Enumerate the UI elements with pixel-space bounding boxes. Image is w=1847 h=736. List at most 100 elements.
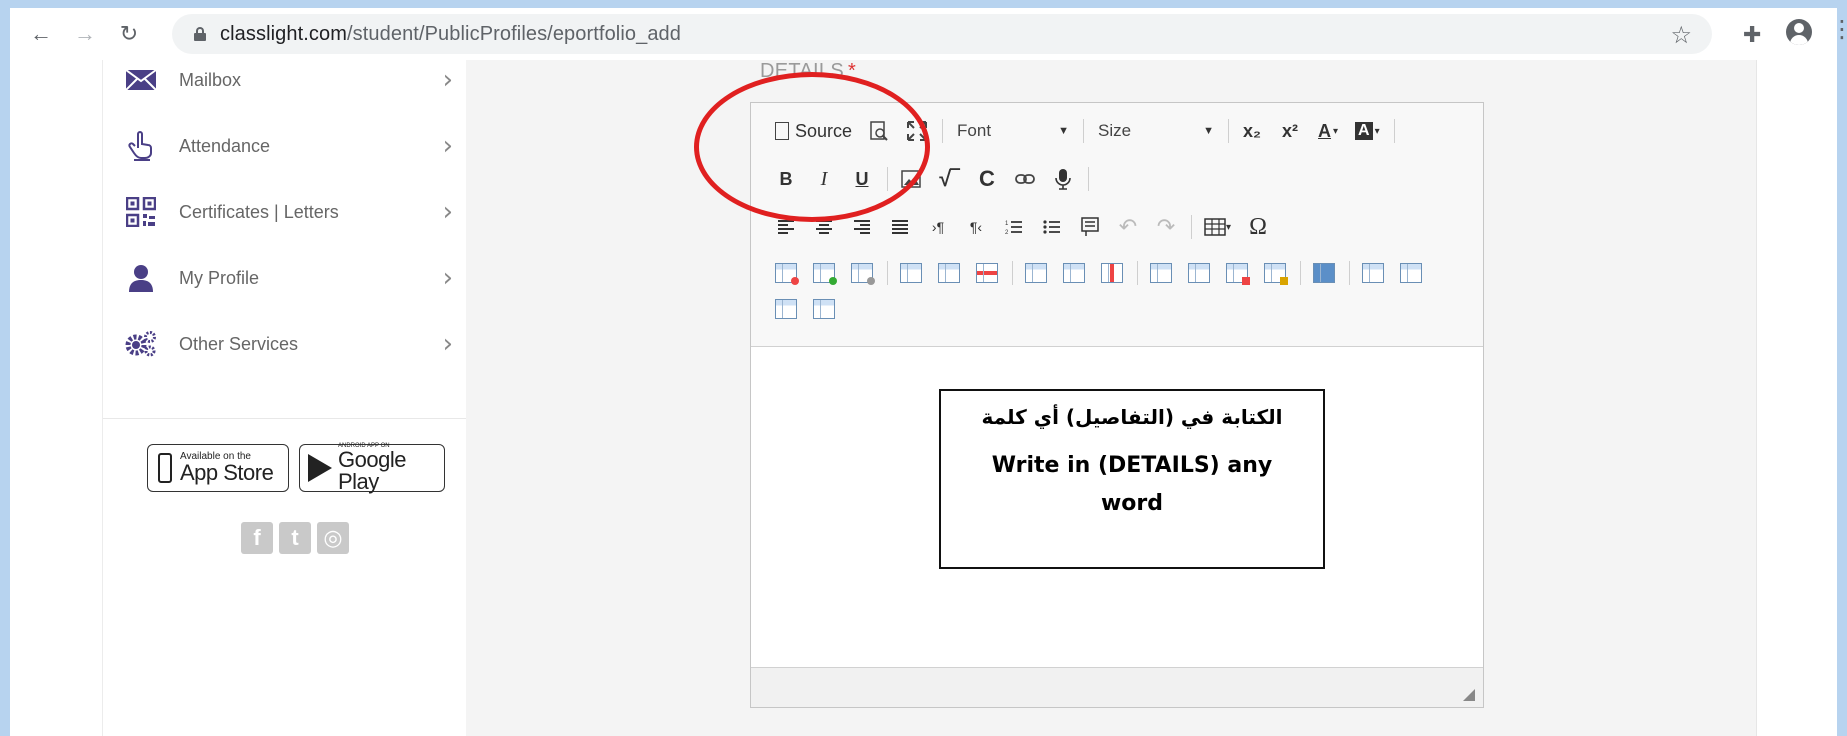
toolbar-separator: [1012, 261, 1013, 285]
underline-button[interactable]: U: [847, 165, 877, 193]
sidebar-item-certificates[interactable]: Certificates | Letters ›: [123, 192, 453, 232]
row-insert-after-icon[interactable]: [934, 259, 964, 287]
puzzle-extension-icon[interactable]: ✚: [1743, 22, 1761, 48]
align-right-icon[interactable]: [847, 213, 877, 241]
text-color-letter: A: [1318, 120, 1332, 141]
table-add-icon[interactable]: [809, 259, 839, 287]
resize-handle-icon[interactable]: [1463, 689, 1475, 701]
gears-icon: [123, 326, 159, 362]
row-insert-before-icon[interactable]: [896, 259, 926, 287]
table-properties-icon[interactable]: [847, 259, 877, 287]
font-dropdown[interactable]: Font ▼: [951, 116, 1075, 146]
special-character-icon[interactable]: Ω: [1243, 213, 1273, 241]
lock-icon[interactable]: [194, 27, 206, 41]
toolbar-row-2: B I U √‾ C: [771, 163, 1097, 195]
browser-toolbar: ← → ↻ classlight.com/student/PublicProfi…: [10, 8, 1847, 60]
code-snippet-icon[interactable]: C: [972, 165, 1002, 193]
size-dropdown-label: Size: [1098, 121, 1132, 140]
toolbar-separator: [1191, 215, 1192, 239]
kebab-menu-icon[interactable]: ⋮: [1830, 18, 1847, 42]
editor-toolbar: Source Font ▼ Size ▼ x₂ x² A ▾ A ▾ B I U…: [751, 103, 1483, 347]
svg-text:1: 1: [1005, 221, 1009, 227]
cell-delete-icon[interactable]: [1222, 259, 1252, 287]
cell-insert-before-icon[interactable]: [1146, 259, 1176, 287]
column-insert-after-icon[interactable]: [1059, 259, 1089, 287]
microphone-icon[interactable]: [1048, 165, 1078, 193]
caret-down-icon: ▾: [1374, 125, 1380, 137]
redo-icon[interactable]: ↷: [1151, 213, 1181, 241]
toolbar-row-4: [771, 257, 1434, 289]
details-label-text: DETAILS: [760, 60, 844, 82]
size-dropdown[interactable]: Size ▼: [1092, 116, 1220, 146]
cell-split-horizontal-icon[interactable]: [1358, 259, 1388, 287]
cell-merge-right-icon[interactable]: [771, 295, 801, 323]
background-color-button[interactable]: A ▾: [1351, 117, 1384, 145]
math-formula-icon[interactable]: √‾: [934, 165, 964, 193]
star-bookmark-icon[interactable]: ☆: [1670, 21, 1692, 50]
table-insert-icon[interactable]: ▾: [1200, 213, 1235, 241]
blockquote-icon[interactable]: [1075, 213, 1105, 241]
cell-merge-down-icon[interactable]: [809, 295, 839, 323]
instagram-icon[interactable]: ◎: [317, 522, 349, 554]
account-circle-icon[interactable]: [1786, 19, 1812, 45]
google-play-badge[interactable]: ANDROID APP ON Google Play: [299, 443, 445, 494]
align-center-icon[interactable]: [809, 213, 839, 241]
editor-content-area[interactable]: الكتابة في (التفاصيل) أي كلمة Write in (…: [751, 347, 1483, 667]
cell-split-vertical-icon[interactable]: [1396, 259, 1426, 287]
text-color-button[interactable]: A ▾: [1313, 117, 1343, 145]
image-icon[interactable]: [896, 165, 926, 193]
url-text[interactable]: classlight.com/student/PublicProfiles/ep…: [220, 23, 681, 46]
text-direction-ltr-icon[interactable]: ›¶: [923, 213, 953, 241]
sidebar-item-label: Other Services: [179, 333, 299, 354]
sidebar-item-my-profile[interactable]: My Profile ›: [123, 258, 453, 298]
bold-button[interactable]: B: [771, 165, 801, 193]
arrow-right-icon[interactable]: →: [68, 17, 102, 51]
maximize-icon[interactable]: [902, 117, 932, 145]
source-button[interactable]: Source: [771, 117, 856, 145]
font-dropdown-label: Font: [957, 121, 992, 140]
bulleted-list-icon[interactable]: [1037, 213, 1067, 241]
sidebar-item-other-services[interactable]: Other Services ›: [123, 324, 453, 364]
sidebar-item-attendance[interactable]: Attendance ›: [123, 126, 453, 166]
instruction-note-box: الكتابة في (التفاصيل) أي كلمة Write in (…: [939, 389, 1325, 569]
reload-icon[interactable]: ↻: [112, 17, 146, 51]
chevron-right-icon: ›: [442, 197, 453, 227]
undo-icon[interactable]: ↶: [1113, 213, 1143, 241]
user-icon: [123, 260, 159, 296]
align-justify-icon[interactable]: [885, 213, 915, 241]
url-domain: classlight.com: [220, 22, 347, 45]
preview-icon[interactable]: [864, 117, 894, 145]
toolbar-row-3: ›¶ ¶‹ 12 ↶ ↷ ▾ Ω: [771, 211, 1281, 243]
cell-properties-icon[interactable]: [1260, 259, 1290, 287]
caret-down-icon: ▾: [1333, 125, 1339, 137]
numbered-list-icon[interactable]: 12: [999, 213, 1029, 241]
source-label: Source: [795, 120, 853, 141]
editor-footer: [751, 667, 1483, 707]
column-insert-before-icon[interactable]: [1021, 259, 1051, 287]
app-store-badge[interactable]: Available on the App Store: [147, 444, 289, 492]
chevron-right-icon: ›: [442, 263, 453, 293]
link-icon[interactable]: [1010, 165, 1040, 193]
text-direction-rtl-icon[interactable]: ¶‹: [961, 213, 991, 241]
address-bar[interactable]: classlight.com/student/PublicProfiles/ep…: [172, 14, 1712, 54]
superscript-button[interactable]: x²: [1275, 117, 1305, 145]
arrow-left-icon[interactable]: ←: [24, 17, 58, 51]
cell-insert-after-icon[interactable]: [1184, 259, 1214, 287]
row-delete-icon[interactable]: [972, 259, 1002, 287]
cell-merge-icon[interactable]: [1309, 259, 1339, 287]
screen-frame-top: [0, 0, 1847, 8]
page: Mailbox › Attendance › Certificates | Le…: [10, 60, 1837, 736]
chevron-right-icon: ›: [442, 65, 453, 95]
facebook-icon[interactable]: f: [241, 522, 273, 554]
caret-down-icon: ▼: [1203, 125, 1215, 137]
italic-button[interactable]: I: [809, 165, 839, 193]
align-left-icon[interactable]: [771, 213, 801, 241]
rich-text-editor: Source Font ▼ Size ▼ x₂ x² A ▾ A ▾ B I U…: [750, 102, 1484, 708]
table-delete-icon[interactable]: [771, 259, 801, 287]
sidebar-item-label: My Profile: [179, 267, 260, 288]
subscript-button[interactable]: x₂: [1237, 117, 1267, 145]
column-delete-icon[interactable]: [1097, 259, 1127, 287]
sidebar-item-mailbox[interactable]: Mailbox ›: [123, 60, 453, 100]
twitter-icon[interactable]: t: [279, 522, 311, 554]
google-play-big-text: Google Play: [338, 447, 406, 494]
